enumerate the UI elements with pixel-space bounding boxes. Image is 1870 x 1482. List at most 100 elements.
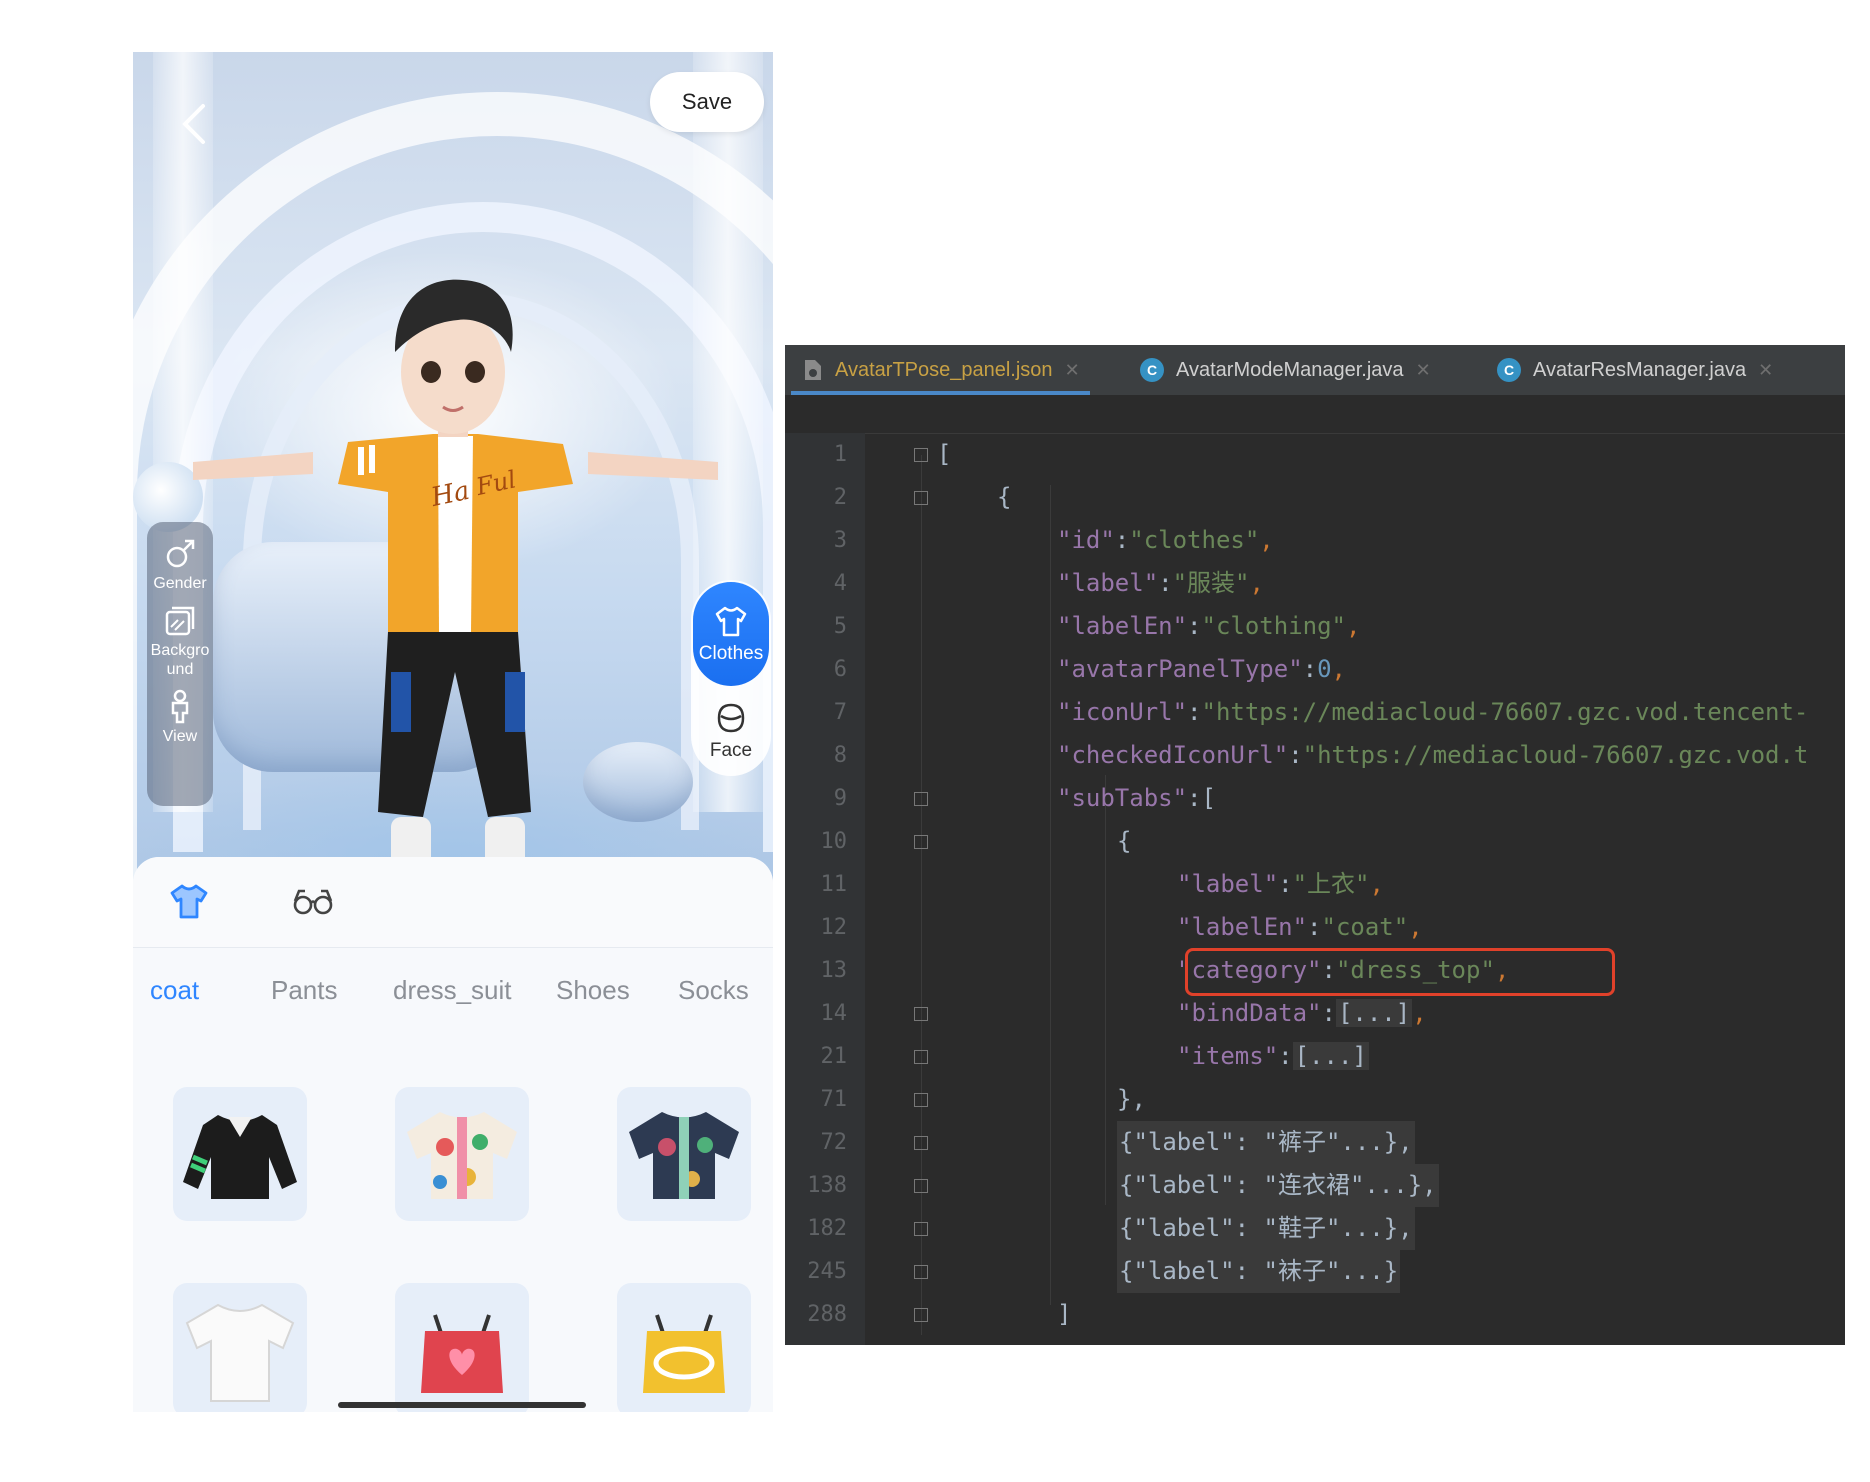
chevron-left-icon	[182, 104, 205, 144]
sub-tab-coat[interactable]: coat	[150, 975, 199, 1006]
line-number: 14	[820, 1001, 848, 1026]
code-text: ]	[1057, 1300, 1072, 1328]
code-line: 6 "avatarPanelType":0,	[785, 648, 1845, 691]
fold-toggle-icon[interactable]	[914, 1179, 928, 1193]
line-number: 2	[833, 485, 847, 510]
tab-avatarresmanager-java[interactable]: C AvatarResManager.java ✕	[1497, 345, 1773, 395]
code-area[interactable]: 1 [ 2 { 3 "id":"clothes", 4 "label":"服装"…	[785, 433, 1845, 1345]
fold-toggle-icon[interactable]	[914, 1265, 928, 1279]
close-icon[interactable]: ✕	[1758, 360, 1773, 381]
fold-toggle-icon[interactable]	[914, 1308, 928, 1322]
shirt-icon[interactable]	[167, 879, 211, 923]
sub-tab-socks[interactable]: Socks	[678, 975, 749, 1006]
folded-region[interactable]: {"label": "连衣裙"...},	[1117, 1164, 1439, 1207]
line-number: 1	[833, 442, 847, 467]
home-indicator[interactable]	[338, 1402, 586, 1408]
fold-toggle-icon[interactable]	[914, 792, 928, 806]
json-key: "id"	[1057, 526, 1115, 554]
fold-toggle-icon[interactable]	[914, 1136, 928, 1150]
tab-avatarmodemanager-java[interactable]: C AvatarModeManager.java ✕	[1140, 345, 1431, 395]
code-line: 21 "items":[...]	[785, 1035, 1845, 1078]
json-key: "label"	[1057, 569, 1159, 597]
fold-toggle-icon[interactable]	[914, 448, 928, 462]
json-key: "iconUrl"	[1057, 698, 1188, 726]
code-line: 182 {"label": "鞋子"...},	[785, 1207, 1845, 1250]
fold-toggle-icon[interactable]	[914, 1222, 928, 1236]
clothing-item-yellow-crop-top[interactable]	[617, 1283, 751, 1412]
line-number: 4	[833, 571, 847, 596]
folded-region[interactable]: {"label": "裤子"...},	[1117, 1121, 1415, 1164]
mode-clothes-button[interactable]: Clothes	[693, 582, 769, 686]
sub-tab-dress-suit[interactable]: dress_suit	[393, 975, 512, 1006]
clothing-item-black-jacket[interactable]	[173, 1087, 307, 1221]
folded-region[interactable]: {"label": "鞋子"...},	[1117, 1207, 1415, 1250]
tab-label: AvatarResManager.java	[1533, 358, 1747, 381]
code-text: {	[1117, 827, 1132, 855]
json-key: "subTabs"	[1057, 784, 1188, 812]
avatar-editor-phone: Ha Ful Save Gender Backgro und View Clot…	[133, 52, 773, 1412]
code-line: 71 },	[785, 1078, 1845, 1121]
json-value: [	[1201, 784, 1216, 812]
json-key: "items"	[1177, 1042, 1279, 1070]
clothing-item-dark-floral-shirt[interactable]	[617, 1087, 751, 1221]
json-key: "bindData"	[1177, 999, 1322, 1027]
close-icon[interactable]: ✕	[1416, 360, 1431, 381]
line-number: 6	[833, 657, 847, 682]
folded-region[interactable]: {"label": "袜子"...}	[1117, 1250, 1401, 1293]
rail-item-gender[interactable]: Gender	[147, 536, 213, 593]
tab-avatartpose-panel-json[interactable]: AvatarTPose_panel.json ✕	[791, 345, 1090, 395]
code-line: 12 "labelEn":"coat",	[785, 906, 1845, 949]
json-value: "https://mediacloud-76607.gzc.vod.tencen…	[1201, 698, 1809, 726]
json-value: 0	[1317, 655, 1332, 683]
code-line: 3 "id":"clothes",	[785, 519, 1845, 562]
fold-toggle-icon[interactable]	[914, 491, 928, 505]
class-icon: C	[1497, 358, 1521, 382]
line-number: 13	[820, 958, 848, 983]
rail-item-view[interactable]: View	[147, 689, 213, 746]
json-file-icon	[805, 360, 821, 380]
editor-breadcrumb-bar	[785, 395, 1845, 434]
code-line: 5 "labelEn":"clothing",	[785, 605, 1845, 648]
back-button[interactable]	[173, 94, 213, 154]
folded-region[interactable]: [...]	[1335, 999, 1413, 1027]
male-icon	[166, 539, 195, 568]
line-number: 5	[833, 614, 847, 639]
clothing-item-red-crop-top[interactable]	[395, 1283, 529, 1412]
rail-item-background[interactable]: Backgro und	[147, 603, 213, 679]
mode-label: Face	[709, 740, 753, 761]
fold-toggle-icon[interactable]	[914, 1007, 928, 1021]
code-line: 4 "label":"服装",	[785, 562, 1845, 605]
line-number: 72	[820, 1130, 848, 1155]
json-value: "clothes"	[1129, 526, 1260, 554]
glasses-icon[interactable]	[291, 879, 335, 923]
folded-region[interactable]: [...]	[1292, 1042, 1369, 1070]
class-icon: C	[1140, 358, 1164, 382]
clothing-item-floral-shirt[interactable]	[395, 1087, 529, 1221]
code-line: 8 "checkedIconUrl":"https://mediacloud-7…	[785, 734, 1845, 777]
code-line: 1 [	[785, 433, 1845, 476]
close-icon[interactable]: ✕	[1065, 360, 1080, 381]
json-key: "avatarPanelType"	[1057, 655, 1303, 683]
save-button[interactable]: Save	[650, 72, 764, 132]
avatar-figure[interactable]: Ha Ful	[133, 52, 773, 922]
fold-toggle-icon[interactable]	[914, 1050, 928, 1064]
mode-face-button[interactable]: Face	[710, 700, 752, 762]
fold-toggle-icon[interactable]	[914, 835, 928, 849]
sub-tab-pants[interactable]: Pants	[271, 975, 338, 1006]
line-number: 182	[807, 1216, 847, 1241]
line-number: 7	[833, 700, 847, 725]
json-key: "checkedIconUrl"	[1057, 741, 1289, 769]
tab-label: AvatarModeManager.java	[1176, 358, 1404, 381]
line-number: 10	[820, 829, 848, 854]
face-icon	[717, 703, 745, 733]
sub-tab-bar: coat Pants dress_suit Shoes Socks	[133, 975, 773, 1025]
black-jacket-image	[183, 1115, 297, 1199]
clothing-item-white-tee[interactable]	[173, 1283, 307, 1412]
json-key: "label"	[1177, 870, 1279, 898]
rail-item-label: View	[162, 728, 198, 745]
code-line: 138 {"label": "连衣裙"...},	[785, 1164, 1845, 1207]
sub-tab-shoes[interactable]: Shoes	[556, 975, 630, 1006]
rail-item-label: Gender	[153, 575, 207, 592]
yellow-crop-top-image	[643, 1314, 725, 1393]
fold-toggle-icon[interactable]	[914, 1093, 928, 1107]
